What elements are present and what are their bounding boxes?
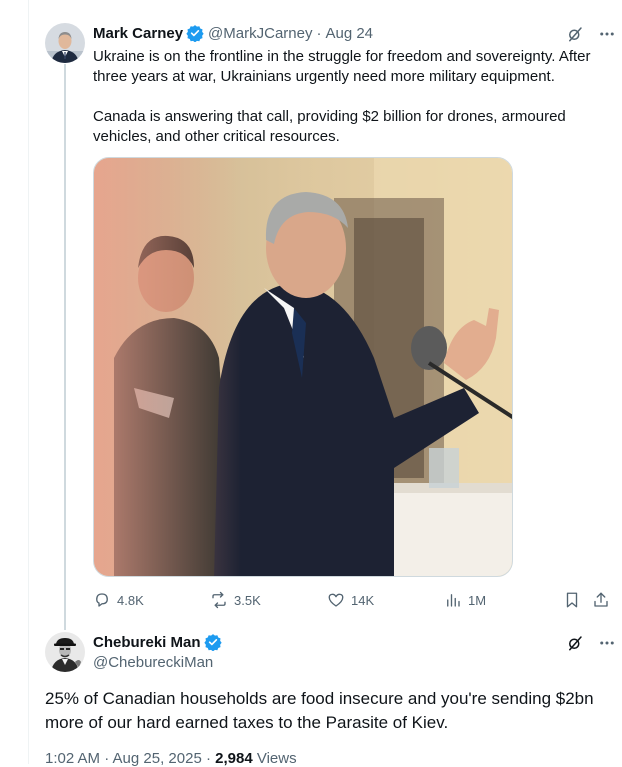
reply-timestamp[interactable]: 1:02 AM · Aug 25, 2025 · <box>45 750 211 767</box>
header-separator: · <box>316 24 322 42</box>
like-button[interactable]: 14K <box>327 588 374 612</box>
reply-author-handle[interactable]: @ChebureckiMan <box>93 654 213 671</box>
tweet-action-bar: 4.8K 3.5K 14K 1M <box>93 588 619 612</box>
reply-count: 4.8K <box>117 592 144 608</box>
reply-header-handle: @ChebureckiMan <box>93 654 213 671</box>
bookmark-icon <box>566 592 578 608</box>
repost-count: 3.5K <box>234 592 261 608</box>
reply-meta: 1:02 AM · Aug 25, 2025 · 2,984 Views <box>45 750 297 767</box>
reply-top-actions <box>566 634 616 652</box>
views-button[interactable]: 1M <box>444 588 486 612</box>
reply-views-count: 2,984 <box>215 750 253 767</box>
reply-button[interactable]: 4.8K <box>93 588 144 612</box>
tweet-date[interactable]: Aug 24 <box>325 25 373 42</box>
bookmark-button[interactable] <box>563 588 581 612</box>
share-button[interactable] <box>592 588 610 612</box>
repost-button[interactable]: 3.5K <box>210 588 261 612</box>
reply-views-label: Views <box>256 750 297 767</box>
author-handle[interactable]: @MarkJCarney <box>208 25 312 42</box>
tweet-paragraph-2: Canada is answering that call, providing… <box>93 108 566 145</box>
reply-icon <box>96 593 108 607</box>
views-count: 1M <box>468 592 487 608</box>
timeline-border <box>28 0 29 764</box>
like-count: 14K <box>351 592 375 608</box>
more-icon[interactable] <box>598 25 616 43</box>
grok-icon[interactable] <box>566 634 584 652</box>
thread-connector-line <box>64 64 66 630</box>
like-icon <box>328 593 344 607</box>
reply-text: 25% of Canadian households are food inse… <box>45 689 594 732</box>
reply-header-name: Chebureki Man <box>93 633 222 651</box>
avatar-chebureki-man[interactable] <box>45 632 85 672</box>
tweet-top-actions <box>566 25 616 43</box>
avatar-mark-carney[interactable] <box>45 23 85 63</box>
more-icon[interactable] <box>598 634 616 652</box>
share-icon <box>594 592 608 607</box>
tweet-header: Mark Carney @MarkJCarney · Aug 24 <box>93 24 373 42</box>
tweet-text: Ukraine is on the frontline in the strug… <box>93 47 613 147</box>
author-name[interactable]: Mark Carney <box>93 25 183 42</box>
reply-author-name[interactable]: Chebureki Man <box>93 634 201 651</box>
repost-icon <box>212 591 226 609</box>
tweet-paragraph-1: Ukraine is on the frontline in the strug… <box>93 48 591 85</box>
verified-badge-icon <box>186 24 204 42</box>
views-icon <box>447 594 460 607</box>
verified-badge-icon <box>203 633 222 651</box>
grok-icon[interactable] <box>566 25 584 43</box>
tweet-photo[interactable] <box>93 157 513 577</box>
